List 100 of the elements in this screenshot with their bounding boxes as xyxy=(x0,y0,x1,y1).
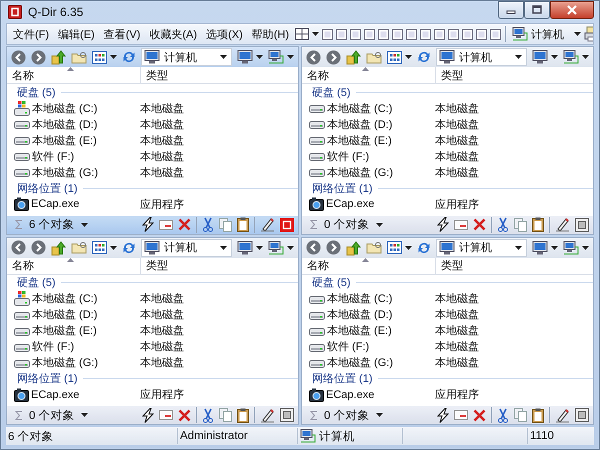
address-field[interactable]: 计算机 xyxy=(141,48,232,66)
square-button[interactable] xyxy=(405,28,418,40)
file-name[interactable]: ECap.exe xyxy=(31,198,80,210)
desktop-button[interactable] xyxy=(530,49,560,65)
file-name[interactable]: 本地磁盘 (G:) xyxy=(32,164,98,180)
cut-button[interactable] xyxy=(200,406,216,424)
desktop-button[interactable] xyxy=(530,240,560,256)
paste-button[interactable] xyxy=(530,216,546,233)
network-button[interactable] xyxy=(266,49,296,65)
file-name[interactable]: 本地磁盘 (D:) xyxy=(32,116,98,132)
view-button[interactable] xyxy=(90,50,119,64)
delete-button[interactable] xyxy=(176,217,193,232)
square-button[interactable] xyxy=(433,28,446,40)
view-button[interactable] xyxy=(385,240,414,255)
square-button[interactable] xyxy=(419,28,432,40)
square-button[interactable] xyxy=(573,407,591,423)
menu-item[interactable]: 帮助(H) xyxy=(248,24,294,44)
desktop-button[interactable] xyxy=(235,49,265,65)
address-field[interactable]: 计算机 xyxy=(436,48,527,66)
envelope-button[interactable] xyxy=(157,409,175,421)
column-header[interactable]: 名称 xyxy=(302,67,436,83)
location-button[interactable]: 计算机 xyxy=(511,26,582,42)
column-header[interactable]: 名称 xyxy=(302,258,436,274)
up-button[interactable] xyxy=(49,48,68,66)
group-header[interactable]: 硬盘 (5) xyxy=(312,275,350,290)
back-button[interactable] xyxy=(9,239,28,256)
square-button[interactable] xyxy=(278,216,296,232)
paste-button[interactable] xyxy=(235,216,251,233)
column-header[interactable]: 名称 xyxy=(7,67,141,83)
delete-button[interactable] xyxy=(471,217,488,232)
up-button[interactable] xyxy=(344,238,363,256)
forward-button[interactable] xyxy=(29,239,48,256)
rename-button[interactable] xyxy=(553,216,572,233)
file-name[interactable]: 本地磁盘 (D:) xyxy=(327,116,392,132)
cut-button[interactable] xyxy=(495,216,511,233)
file-name[interactable]: 本地磁盘 (E:) xyxy=(32,323,97,338)
folder-button[interactable] xyxy=(69,50,89,64)
group-header[interactable]: 网络位置 (1) xyxy=(312,180,372,196)
view-button[interactable] xyxy=(385,50,414,64)
menu-item[interactable]: 选项(X) xyxy=(202,24,247,44)
up-button[interactable] xyxy=(344,48,363,66)
column-header[interactable]: 类型 xyxy=(436,258,593,274)
group-header[interactable]: 硬盘 (5) xyxy=(17,275,56,290)
lightning-button[interactable] xyxy=(435,406,451,424)
envelope-button[interactable] xyxy=(452,218,470,230)
paste-button[interactable] xyxy=(530,406,546,424)
file-name[interactable]: ECap.exe xyxy=(31,388,80,400)
back-button[interactable] xyxy=(304,48,323,66)
file-name[interactable]: 本地磁盘 (G:) xyxy=(327,164,393,180)
rename-button[interactable] xyxy=(258,406,277,424)
folder-button[interactable] xyxy=(69,240,89,255)
folder-button[interactable] xyxy=(364,240,384,255)
square-button[interactable] xyxy=(363,28,376,40)
desktop-button[interactable] xyxy=(235,240,265,256)
delete-button[interactable] xyxy=(176,408,193,422)
file-name[interactable]: 本地磁盘 (C:) xyxy=(327,100,392,116)
file-name[interactable]: 本地磁盘 (E:) xyxy=(327,323,392,338)
column-header[interactable]: 类型 xyxy=(141,258,298,274)
square-button[interactable] xyxy=(377,28,390,40)
group-header[interactable]: 网络位置 (1) xyxy=(17,180,78,196)
forward-button[interactable] xyxy=(29,48,48,66)
menu-item[interactable]: 收藏夹(A) xyxy=(145,24,202,44)
square-button[interactable] xyxy=(321,28,334,40)
file-name[interactable]: ECap.exe xyxy=(326,198,374,210)
minimize-button[interactable] xyxy=(498,1,524,19)
envelope-button[interactable] xyxy=(157,218,175,230)
square-button[interactable] xyxy=(573,216,591,232)
forward-button[interactable] xyxy=(324,239,343,256)
square-button[interactable] xyxy=(461,28,474,40)
rename-button[interactable] xyxy=(553,406,572,424)
square-button[interactable] xyxy=(447,28,460,40)
file-name[interactable]: 本地磁盘 (G:) xyxy=(327,355,393,370)
lightning-button[interactable] xyxy=(435,216,451,233)
up-button[interactable] xyxy=(49,238,68,256)
menu-item[interactable]: 编辑(E) xyxy=(54,24,99,44)
network-button[interactable] xyxy=(266,240,296,256)
address-field[interactable]: 计算机 xyxy=(141,238,232,256)
close-button[interactable] xyxy=(550,1,594,19)
column-header[interactable]: 类型 xyxy=(141,67,298,83)
file-name[interactable]: 软件 (F:) xyxy=(32,148,74,164)
square-button[interactable] xyxy=(349,28,362,40)
cut-button[interactable] xyxy=(495,406,511,424)
address-field[interactable]: 计算机 xyxy=(436,238,527,256)
rename-button[interactable] xyxy=(258,216,277,233)
count-dropdown[interactable]: 0 个对象 xyxy=(322,216,385,233)
file-name[interactable]: 本地磁盘 (E:) xyxy=(327,132,392,148)
file-name[interactable]: 软件 (F:) xyxy=(327,339,370,354)
envelope-button[interactable] xyxy=(452,409,470,421)
count-dropdown[interactable]: 0 个对象 xyxy=(322,406,385,424)
network-button[interactable] xyxy=(561,240,591,256)
file-name[interactable]: 本地磁盘 (C:) xyxy=(327,291,392,306)
count-dropdown[interactable]: 0 个对象 xyxy=(27,406,90,424)
maximize-button[interactable] xyxy=(524,1,550,19)
forward-button[interactable] xyxy=(324,48,343,66)
lightning-button[interactable] xyxy=(140,216,156,233)
square-button[interactable] xyxy=(335,28,348,40)
network-button[interactable] xyxy=(561,49,591,65)
back-button[interactable] xyxy=(9,48,28,66)
group-header[interactable]: 硬盘 (5) xyxy=(312,84,350,100)
paste-button[interactable] xyxy=(235,406,251,424)
